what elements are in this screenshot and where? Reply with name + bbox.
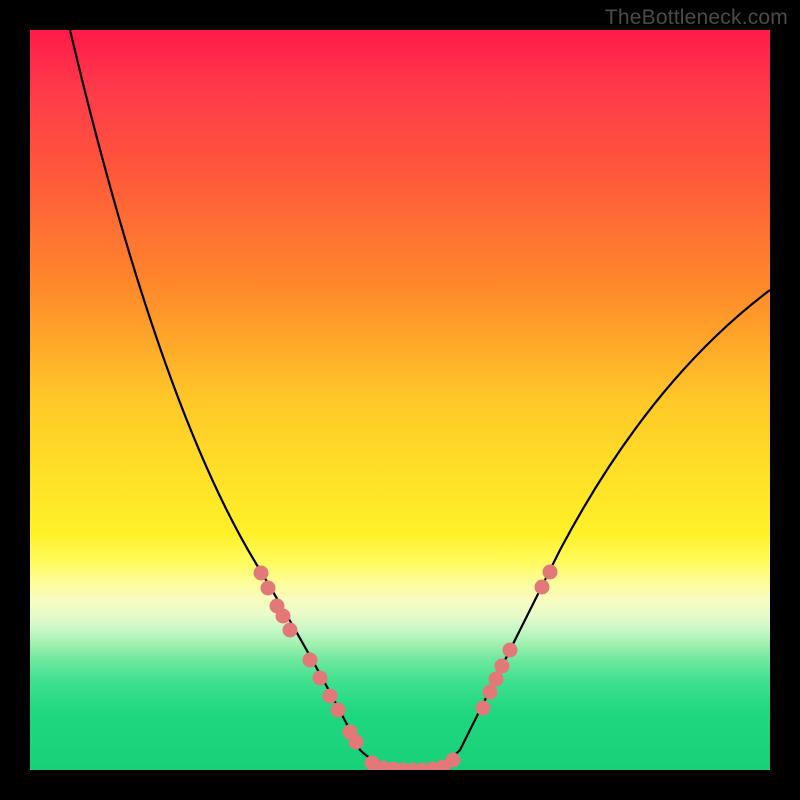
data-point [313, 671, 328, 686]
bottom-point-cluster [365, 753, 461, 771]
right-ascent-path [420, 290, 770, 770]
data-point [483, 685, 498, 700]
right-point-cluster [476, 565, 558, 716]
bottleneck-curve [30, 30, 770, 770]
data-point [254, 566, 269, 581]
data-point [495, 659, 510, 674]
data-point [331, 703, 346, 718]
data-point [303, 653, 318, 668]
data-point [349, 735, 364, 750]
data-point [283, 623, 298, 638]
data-point [276, 609, 291, 624]
chart-frame [30, 30, 770, 770]
data-point [446, 753, 461, 768]
left-descent-path [70, 30, 420, 770]
data-point [489, 672, 504, 687]
data-point [503, 643, 518, 658]
data-point [261, 581, 276, 596]
data-point [543, 565, 558, 580]
data-point [535, 580, 550, 595]
watermark-text: TheBottleneck.com [605, 6, 788, 30]
data-point [476, 701, 491, 716]
left-point-cluster [254, 566, 364, 750]
data-point [323, 689, 338, 704]
